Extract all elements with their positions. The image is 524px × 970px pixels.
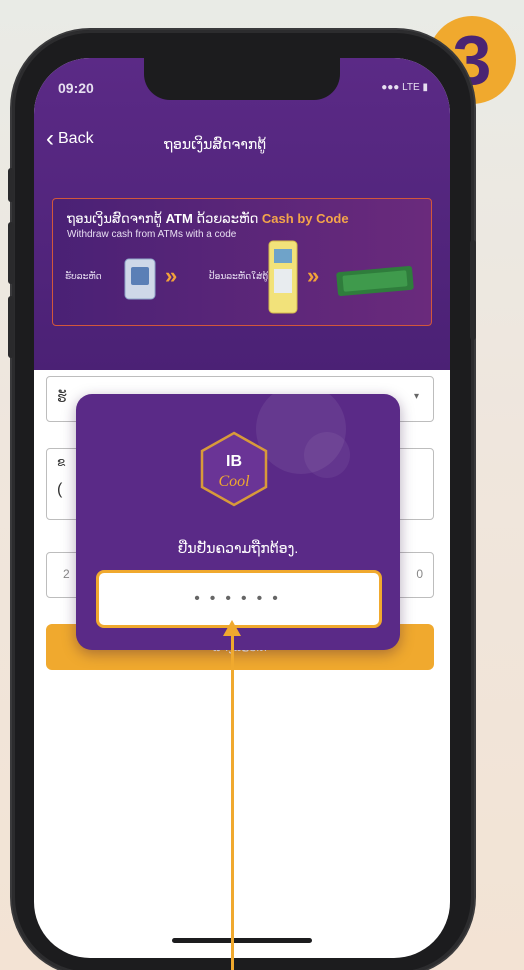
banner-title-brand: Cash by Code (261, 211, 349, 226)
banner-step-receive: ຮັບລະຫັດ (65, 271, 102, 281)
pin-modal: IB Cool ຢືນຢັນຄວາມຖືກຕ້ອງ. •••••• (76, 394, 400, 650)
pointer-arrow-line (231, 632, 234, 970)
double-arrow-icon-2: » (307, 263, 320, 288)
logo-text-cool: Cool (218, 473, 250, 490)
banner-title: ຖອນເງິນສົດຈາກຕູ້ ATM ດ້ວຍລະຫັດ Cash by C… (67, 211, 349, 227)
pin-modal-message: ຢືນຢັນຄວາມຖືກຕ້ອງ. (177, 540, 299, 556)
decor-circle-small (304, 432, 350, 478)
back-label: Back (58, 130, 94, 147)
double-arrow-icon: » (165, 263, 178, 288)
cash-icon (336, 265, 414, 297)
amount-field-label: ຂ (57, 455, 66, 469)
chevron-down-icon: ▾ (413, 391, 419, 402)
status-indicators: ●●● LTE ▮ (381, 82, 428, 93)
banner-title-lao: ຖອນເງິນສົດຈາກຕູ້ (67, 211, 162, 226)
banner-title-atm: ATM (165, 211, 193, 226)
volume-down-button (8, 296, 14, 358)
promo-banner: ຖອນເງິນສົດຈາກຕູ້ ATM ດ້ວຍລະຫັດ Cash by C… (52, 198, 432, 326)
ib-cool-logo-icon: IB Cool (200, 431, 268, 507)
atm-machine-icon (268, 240, 298, 314)
phone-notch (144, 58, 340, 100)
status-time: 09:20 (58, 80, 94, 96)
chevron-left-icon: ‹ (46, 125, 54, 152)
banner-step-enter: ປ້ອນລະຫັດໃສ່ຕູ້ (209, 271, 269, 281)
account-select-label: ຮັ (57, 389, 67, 405)
volume-up-button (8, 222, 14, 284)
power-button (470, 240, 476, 340)
phone-code-icon (124, 258, 156, 300)
banner-subtitle: Withdraw cash from ATMs with a code (67, 229, 237, 240)
banner-title-lao2: ດ້ວຍລະຫັດ (196, 211, 259, 226)
note-field-counter: 0 (416, 567, 423, 581)
mute-switch (8, 168, 14, 202)
page-title: ຖອນເງິນສົດຈາກຕູ້ (164, 136, 267, 152)
home-indicator (172, 938, 312, 943)
note-field-value: 2 (63, 567, 70, 581)
back-button[interactable]: ‹ Back (46, 125, 94, 152)
amount-field-value: ( (57, 481, 63, 498)
logo-text-ib: IB (226, 453, 242, 470)
